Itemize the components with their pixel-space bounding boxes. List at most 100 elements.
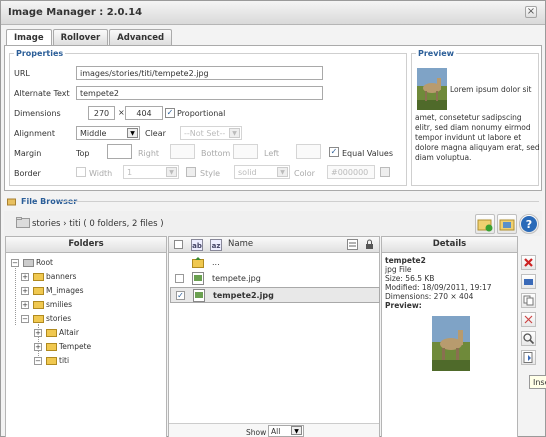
cut-button[interactable] xyxy=(521,312,536,327)
alt-text-label: Alternate Text xyxy=(14,89,70,98)
tab-rollover[interactable]: Rollover xyxy=(52,29,109,46)
image-manager-window: Image Manager : 2.0.14 × Image Rollover … xyxy=(0,0,546,437)
sort-extension-icon[interactable]: ab xyxy=(191,239,203,251)
details-file-type: jpg File xyxy=(385,265,412,274)
alt-text-input[interactable]: tempete2 xyxy=(76,86,323,100)
expand-icon[interactable]: + xyxy=(21,301,29,309)
sort-name-icon[interactable]: az xyxy=(210,239,222,251)
magnifier-icon xyxy=(523,333,535,345)
border-checkbox[interactable] xyxy=(76,167,86,177)
close-icon[interactable]: × xyxy=(525,6,537,18)
tree-guide xyxy=(15,265,16,325)
border-label: Border xyxy=(14,169,41,178)
file-row-tempete2[interactable]: ✓ tempete2.jpg xyxy=(170,287,380,303)
details-modified: Modified: 18/09/2011, 19:17 xyxy=(385,283,492,292)
margin-top-input[interactable] xyxy=(107,144,132,159)
lock-icon[interactable] xyxy=(364,239,375,250)
proportional-checkbox[interactable]: ✓ xyxy=(165,108,175,118)
expand-icon[interactable]: + xyxy=(34,329,42,337)
collapse-icon[interactable]: − xyxy=(11,259,19,267)
files-panel: ab az Name ... tempete.jpg ✓ tempete2.jp… xyxy=(168,236,380,437)
margin-label: Margin xyxy=(14,149,42,158)
tree-item-root[interactable]: − Root xyxy=(11,257,151,269)
tree-item-smilies[interactable]: + smilies xyxy=(21,299,151,311)
collapse-icon[interactable]: − xyxy=(34,357,42,365)
url-input[interactable]: images/stories/titi/tempete2.jpg xyxy=(76,66,323,80)
expand-icon[interactable]: + xyxy=(34,343,42,351)
folder-icon xyxy=(46,329,57,337)
chevron-down-icon: ▼ xyxy=(277,167,288,177)
alignment-value: Middle xyxy=(80,129,107,138)
equal-values-checkbox[interactable]: ✓ xyxy=(329,147,339,157)
expand-icon[interactable]: + xyxy=(21,287,29,295)
collapse-icon[interactable]: − xyxy=(21,315,29,323)
dimensions-label: Dimensions xyxy=(14,109,61,118)
details-preview-image xyxy=(432,316,470,371)
alignment-label: Alignment xyxy=(14,129,55,138)
clear-select[interactable]: --Not Set-- ▼ xyxy=(180,126,242,140)
folder-icon xyxy=(33,287,44,295)
file-browser-icon xyxy=(7,198,16,206)
width-input[interactable]: 270 xyxy=(88,106,115,120)
folders-header: Folders xyxy=(6,237,166,253)
border-width-value: 1 xyxy=(127,168,133,177)
tree-label: banners xyxy=(46,272,77,281)
file-row-tempete[interactable]: tempete.jpg xyxy=(170,271,380,287)
height-input[interactable]: 404 xyxy=(125,106,163,120)
delete-icon xyxy=(524,258,533,267)
margin-right-input[interactable] xyxy=(170,144,195,159)
expand-icon[interactable]: + xyxy=(21,273,29,281)
file-browser-divider xyxy=(61,201,539,202)
show-value: All xyxy=(271,427,281,436)
files-footer: Show All ▼ xyxy=(169,423,379,437)
tree-item-titi[interactable]: − titi xyxy=(34,355,154,367)
copy-button[interactable] xyxy=(521,293,536,308)
path-bar: stories › titi ( 0 folders, 2 files ) ? xyxy=(4,211,542,236)
border-style-select[interactable]: solid ▼ xyxy=(234,165,290,179)
svg-text:az: az xyxy=(212,242,221,250)
alignment-select[interactable]: Middle ▼ xyxy=(76,126,140,140)
border-color-input[interactable]: #000000 xyxy=(327,165,375,179)
tree-item-tempete[interactable]: + Tempete xyxy=(34,341,154,353)
tree-label: smilies xyxy=(46,300,72,309)
delete-button[interactable] xyxy=(521,255,536,270)
insert-button[interactable] xyxy=(521,350,536,365)
files-header: ab az Name xyxy=(169,237,379,253)
show-select[interactable]: All ▼ xyxy=(268,425,304,437)
help-button[interactable]: ? xyxy=(519,214,539,234)
tab-advanced[interactable]: Advanced xyxy=(109,29,173,46)
view-button[interactable] xyxy=(521,331,536,346)
border-width-select[interactable]: 1 ▼ xyxy=(123,165,179,179)
margin-top-label: Top xyxy=(76,149,90,158)
tree-item-stories[interactable]: − stories xyxy=(21,313,151,325)
folder-icon xyxy=(33,273,44,281)
new-folder-button[interactable] xyxy=(475,214,495,234)
details-view-icon[interactable] xyxy=(347,239,358,250)
color-picker-icon[interactable] xyxy=(380,167,390,177)
times-sign: × xyxy=(118,108,125,117)
border-style-label: Style xyxy=(200,169,221,178)
file-checkbox[interactable]: ✓ xyxy=(176,291,185,300)
rename-button[interactable] xyxy=(521,274,536,289)
tree-item-m-images[interactable]: + M_images xyxy=(21,285,151,297)
tree-label: Altair xyxy=(59,328,79,337)
name-column-header[interactable]: Name xyxy=(228,237,253,252)
folder-icon xyxy=(46,357,57,365)
chevron-down-icon: ▼ xyxy=(166,167,177,177)
upload-button[interactable] xyxy=(497,214,517,234)
cut-icon xyxy=(524,315,533,324)
select-all-checkbox[interactable] xyxy=(174,240,183,249)
file-row-parent[interactable]: ... xyxy=(170,255,380,271)
clear-label: Clear xyxy=(145,129,166,138)
margin-bottom-input[interactable] xyxy=(233,144,258,159)
file-checkbox[interactable] xyxy=(175,274,184,283)
folders-panel: Folders − Root + banners + M_images + sm… xyxy=(5,236,167,437)
tree-item-banners[interactable]: + banners xyxy=(21,271,151,283)
tree-label: M_images xyxy=(46,286,84,295)
margin-left-input[interactable] xyxy=(296,144,321,159)
tree-item-altair[interactable]: + Altair xyxy=(34,327,154,339)
properties-legend: Properties xyxy=(16,49,64,58)
clear-value: --Not Set-- xyxy=(184,129,226,138)
details-header: Details xyxy=(382,237,517,253)
svg-text:?: ? xyxy=(526,218,532,231)
